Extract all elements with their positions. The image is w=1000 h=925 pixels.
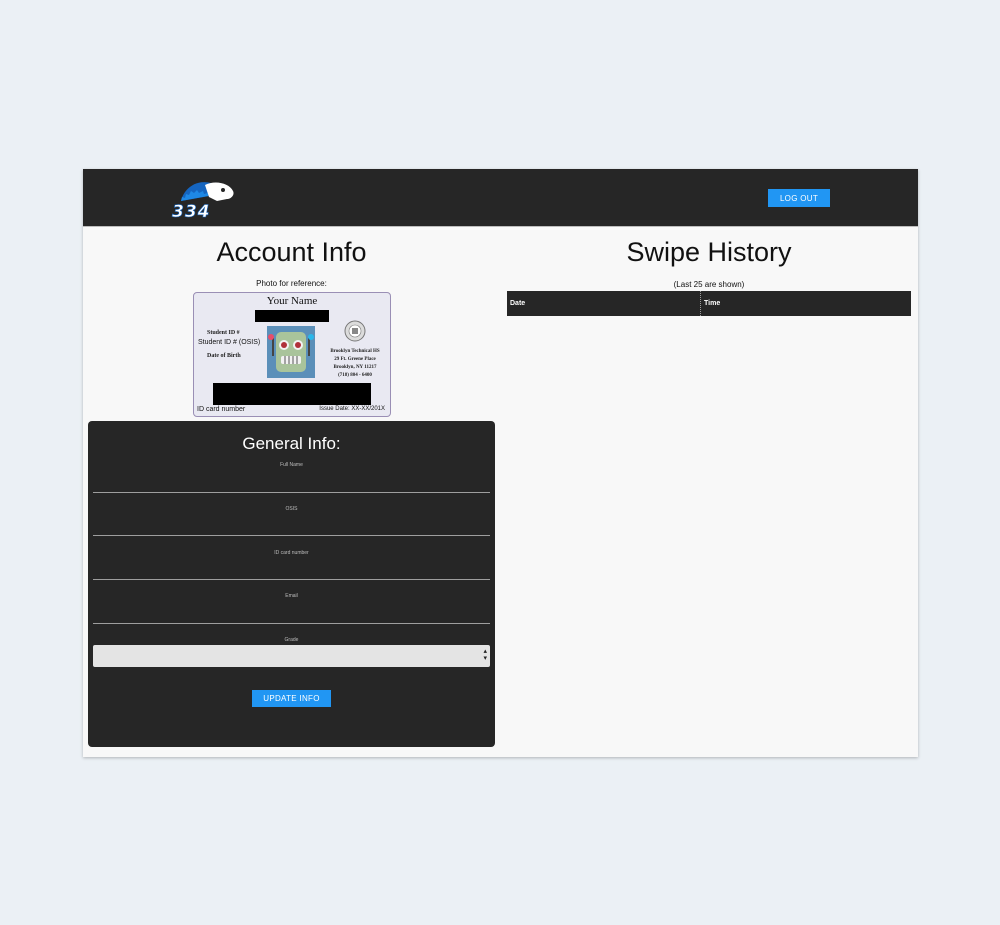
id-card-number-input[interactable] bbox=[93, 558, 490, 580]
app-window: 334 LOG OUT Account Info Photo for refer… bbox=[83, 169, 918, 757]
email-label: Email bbox=[285, 593, 298, 599]
school-seal-icon bbox=[344, 320, 366, 342]
email-field: Email bbox=[93, 593, 490, 624]
team-334-logo[interactable]: 334 bbox=[171, 177, 237, 219]
full-name-label: Full Name bbox=[280, 462, 303, 468]
swipe-history-table: Date Time bbox=[507, 291, 911, 316]
robot-photo-icon bbox=[267, 326, 315, 378]
id-card-name: Your Name bbox=[266, 295, 318, 307]
logo-head bbox=[205, 182, 234, 201]
id-card-school-address: Brooklyn Technical HS 29 Ft. Greene Plac… bbox=[322, 348, 388, 380]
school-address-line: Brooklyn Technical HS bbox=[330, 349, 380, 354]
email-input[interactable] bbox=[93, 601, 490, 624]
school-address-line: (718) 804 - 6400 bbox=[338, 373, 372, 378]
top-nav-bar: 334 LOG OUT bbox=[83, 169, 918, 227]
id-card-barcode-redaction bbox=[213, 383, 371, 405]
logo-eye bbox=[221, 188, 225, 192]
swipe-history-note: (Last 25 are shown) bbox=[673, 280, 745, 289]
grade-field: Grade bbox=[93, 637, 490, 643]
id-card-student-id-label: Student ID # bbox=[207, 330, 240, 336]
select-arrows-icon: ▴ ▾ bbox=[483, 648, 487, 662]
update-info-button[interactable]: UPDATE INFO bbox=[252, 690, 331, 707]
id-card-number-label: ID card number bbox=[197, 406, 246, 413]
grade-select[interactable]: ▴ ▾ bbox=[93, 645, 490, 667]
school-address-line: Brooklyn, NY 11217 bbox=[333, 365, 377, 370]
id-card-number-field-label: ID card number bbox=[274, 550, 309, 556]
id-card-issue-date: Issue Date: XX-XX/201X bbox=[319, 406, 385, 412]
id-card-number-field: ID card number bbox=[93, 550, 490, 580]
sample-id-card: Your Name Student ID # Student ID # (OSI… bbox=[193, 292, 391, 417]
general-info-panel: General Info: Full Name OSIS ID card num… bbox=[88, 421, 495, 747]
osis-label: OSIS bbox=[285, 506, 298, 512]
photo-reference-label: Photo for reference: bbox=[256, 279, 327, 288]
osis-field: OSIS bbox=[93, 506, 490, 536]
logo-text: 334 bbox=[172, 202, 211, 219]
school-address-line: 29 Ft. Greene Place bbox=[334, 357, 376, 362]
table-header-row: Date Time bbox=[507, 291, 911, 316]
swipe-history-title: Swipe History bbox=[626, 237, 792, 267]
general-info-title: General Info: bbox=[242, 434, 341, 453]
logout-button[interactable]: LOG OUT bbox=[768, 189, 830, 207]
account-info-title: Account Info bbox=[216, 237, 367, 267]
date-column-header[interactable]: Date bbox=[507, 291, 701, 316]
time-column-header[interactable]: Time bbox=[701, 291, 912, 316]
full-name-input[interactable] bbox=[93, 470, 490, 493]
id-card-osis-label: Student ID # (OSIS) bbox=[198, 339, 261, 346]
id-card-redaction bbox=[255, 310, 329, 322]
full-name-field: Full Name bbox=[93, 462, 490, 493]
id-card-dob-label: Date of Birth bbox=[207, 353, 241, 359]
osis-input[interactable] bbox=[93, 514, 490, 536]
grade-label: Grade bbox=[284, 637, 299, 643]
